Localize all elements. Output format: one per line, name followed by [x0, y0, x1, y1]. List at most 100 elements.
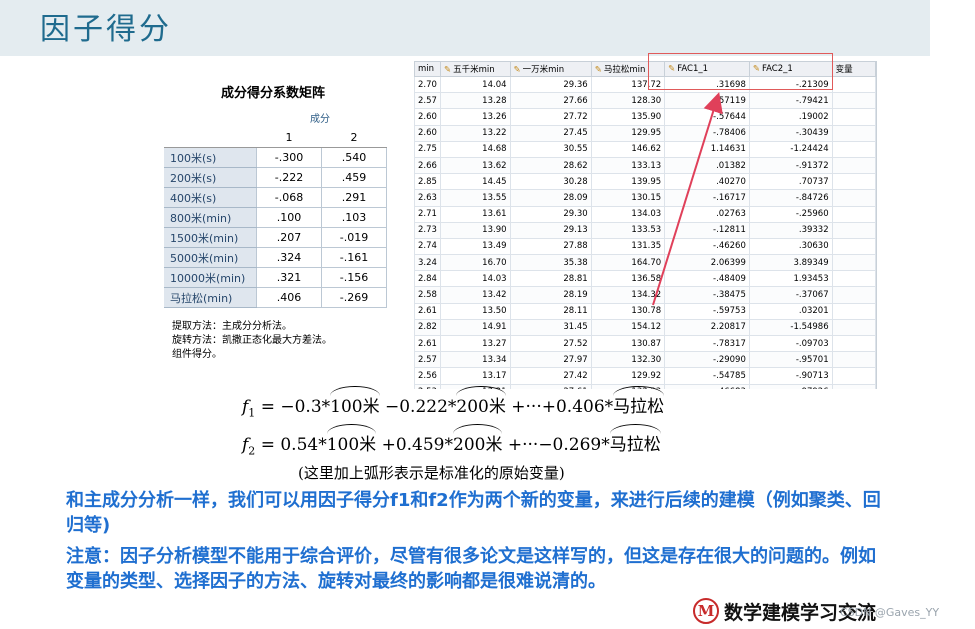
grid-col-header[interactable]: ✎ 一万米min [509, 61, 592, 77]
grid-cell[interactable]: 1.14631 [664, 140, 750, 158]
grid-cell[interactable]: -.78317 [664, 334, 750, 353]
grid-cell[interactable]: 2.73 [414, 221, 441, 239]
grid-col-header[interactable]: ✎ 五千米min [439, 61, 511, 77]
grid-cell-empty[interactable] [831, 286, 876, 304]
grid-cell[interactable]: 13.49 [439, 237, 511, 256]
grid-cell[interactable]: -.46260 [664, 237, 750, 256]
grid-cell[interactable]: 164.70 [590, 254, 666, 272]
grid-cell[interactable]: 129.95 [590, 124, 666, 142]
grid-cell[interactable]: 28.09 [509, 189, 592, 207]
grid-cell[interactable]: 29.36 [509, 75, 592, 94]
grid-cell[interactable]: 13.27 [439, 334, 511, 353]
grid-cell-empty[interactable] [831, 124, 876, 142]
grid-cell[interactable]: 14.68 [439, 140, 511, 158]
grid-cell[interactable]: 29.30 [509, 205, 592, 223]
grid-cell[interactable]: 2.75 [414, 140, 441, 158]
grid-cell[interactable]: 2.85 [414, 173, 441, 191]
grid-cell[interactable]: 28.81 [509, 270, 592, 288]
grid-cell[interactable]: 30.28 [509, 173, 592, 191]
grid-cell-empty[interactable] [831, 351, 876, 369]
grid-cell[interactable]: 133.53 [590, 221, 666, 239]
grid-cell[interactable]: 2.66 [414, 156, 441, 175]
grid-cell-empty[interactable] [831, 75, 876, 94]
grid-cell[interactable]: .02763 [664, 205, 750, 223]
grid-cell-empty[interactable] [831, 221, 876, 239]
grid-cell[interactable]: -.16717 [664, 189, 750, 207]
grid-cell[interactable]: -.78406 [664, 124, 750, 142]
grid-cell[interactable]: 2.61 [414, 334, 441, 353]
grid-cell[interactable]: 2.20817 [664, 318, 750, 337]
grid-cell[interactable]: 14.91 [439, 318, 511, 337]
grid-cell[interactable]: 27.52 [509, 334, 592, 353]
grid-cell[interactable]: -.79421 [748, 92, 833, 110]
grid-cell[interactable]: 154.12 [590, 318, 666, 337]
grid-cell-empty[interactable] [831, 383, 876, 389]
grid-cell[interactable]: -.37067 [748, 286, 833, 304]
grid-cell-empty[interactable] [831, 92, 876, 110]
grid-cell[interactable]: 28.11 [509, 302, 592, 320]
grid-cell[interactable]: -.48409 [664, 270, 750, 288]
grid-cell-empty[interactable] [831, 189, 876, 207]
grid-cell[interactable]: 3.24 [414, 254, 441, 272]
grid-cell[interactable]: 128.30 [590, 92, 666, 110]
grid-cell[interactable]: -.91372 [748, 156, 833, 175]
grid-cell[interactable]: 35.38 [509, 254, 592, 272]
grid-cell[interactable]: 13.50 [439, 302, 511, 320]
grid-cell[interactable]: 2.70 [414, 75, 441, 94]
grid-cell[interactable]: 13.62 [439, 156, 511, 175]
grid-cell[interactable]: 2.84 [414, 270, 441, 288]
grid-cell[interactable]: 134.32 [590, 286, 666, 304]
grid-cell[interactable]: 2.58 [414, 286, 441, 304]
grid-cell[interactable]: -.25960 [748, 205, 833, 223]
grid-cell[interactable]: 16.70 [439, 254, 511, 272]
grid-cell[interactable]: 2.60 [414, 108, 441, 126]
grid-cell[interactable]: -.12811 [664, 221, 750, 239]
grid-cell[interactable]: .19002 [748, 108, 833, 126]
grid-cell[interactable]: 136.58 [590, 270, 666, 288]
grid-cell[interactable]: .40270 [664, 173, 750, 191]
grid-cell[interactable]: 27.45 [509, 124, 592, 142]
grid-cell-empty[interactable] [831, 173, 876, 191]
grid-cell[interactable]: .03201 [748, 302, 833, 320]
grid-cell[interactable]: -.29090 [664, 351, 750, 369]
data-grid[interactable]: min ✎ 五千米min ✎ 一万米min ✎ 马拉松min ✎ FAC1_1 ✎ FAC2_1 变量… [414, 61, 877, 389]
grid-cell[interactable]: 29.13 [509, 221, 592, 239]
grid-cell[interactable]: 13.61 [439, 205, 511, 223]
grid-cell[interactable]: .01382 [664, 156, 750, 175]
grid-cell[interactable]: 2.57 [414, 92, 441, 110]
grid-cell[interactable]: -.84726 [748, 189, 833, 207]
grid-col-header[interactable]: 变量 [831, 61, 876, 77]
grid-cell-empty[interactable] [831, 237, 876, 256]
grid-cell[interactable]: -.30439 [748, 124, 833, 142]
grid-cell[interactable]: -.59753 [664, 302, 750, 320]
grid-cell[interactable]: 27.66 [509, 92, 592, 110]
grid-cell[interactable]: .70737 [748, 173, 833, 191]
grid-cell[interactable]: 31.45 [509, 318, 592, 337]
grid-cell[interactable]: -.54785 [664, 367, 750, 385]
grid-cell[interactable]: 14.03 [439, 270, 511, 288]
grid-cell[interactable]: .39332 [748, 221, 833, 239]
grid-cell-empty[interactable] [831, 140, 876, 158]
grid-cell[interactable]: 130.87 [590, 334, 666, 353]
grid-cell[interactable]: 132.30 [590, 351, 666, 369]
grid-cell[interactable]: 2.57 [414, 351, 441, 369]
grid-cell[interactable]: 2.74 [414, 237, 441, 256]
grid-cell[interactable]: -.97926 [748, 383, 833, 389]
grid-cell[interactable]: 13.17 [439, 367, 511, 385]
grid-cell[interactable]: -.90713 [748, 367, 833, 385]
grid-cell[interactable]: 27.88 [509, 237, 592, 256]
grid-cell[interactable]: 130.78 [590, 302, 666, 320]
grid-cell[interactable]: 13.26 [439, 108, 511, 126]
grid-cell[interactable]: 2.61 [414, 302, 441, 320]
grid-cell[interactable]: 27.72 [509, 108, 592, 126]
grid-cell[interactable]: 2.63 [414, 189, 441, 207]
grid-cell[interactable]: 2.71 [414, 205, 441, 223]
grid-cell-empty[interactable] [831, 334, 876, 353]
grid-cell[interactable]: 13.28 [439, 92, 511, 110]
grid-cell[interactable]: 2.82 [414, 318, 441, 337]
grid-cell[interactable]: 28.62 [509, 156, 592, 175]
grid-cell[interactable]: 13.42 [439, 286, 511, 304]
grid-cell[interactable]: 14.04 [439, 75, 511, 94]
grid-cell[interactable]: 27.97 [509, 351, 592, 369]
grid-cell[interactable]: -.57119 [664, 92, 750, 110]
